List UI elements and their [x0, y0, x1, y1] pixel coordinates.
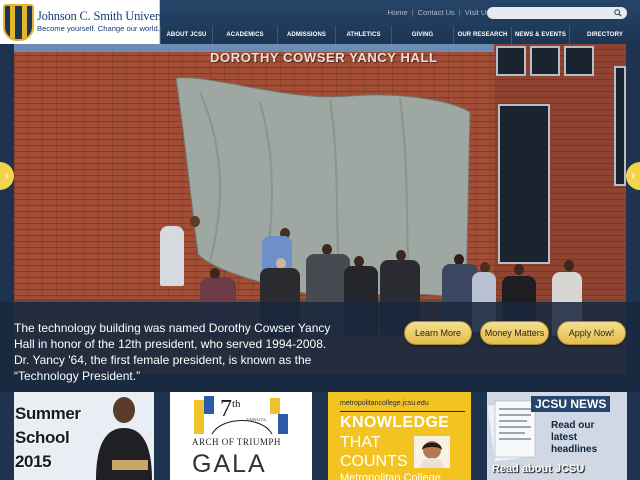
nav-giving[interactable]: Giving	[391, 26, 453, 44]
news-body: Read our latest headlines	[551, 420, 598, 455]
gala-tile[interactable]: 7th ANNUAL ARCH OF TRIUMPH GALA	[170, 392, 312, 480]
newspaper-icon	[487, 400, 536, 462]
nav-directory[interactable]: Directory	[569, 26, 640, 44]
slide-caption: The technology building was named Doroth…	[14, 321, 331, 383]
utility-link-home[interactable]: Home	[388, 8, 408, 17]
utility-link-contact[interactable]: Contact Us	[418, 8, 455, 17]
nav-academics[interactable]: Academics	[212, 26, 277, 44]
search-input[interactable]	[487, 7, 627, 19]
window	[564, 46, 594, 76]
logo-name: Johnson C. Smith University	[37, 9, 177, 23]
student-photo	[96, 397, 152, 480]
window	[496, 46, 526, 76]
person-head	[564, 260, 574, 271]
logo-tagline: Become yourself. Change our world.	[37, 24, 160, 33]
arch-graphic	[194, 396, 288, 435]
summer-school-text: Summer School 2015	[15, 402, 81, 474]
utility-links: Home | Contact Us | Visit Us	[388, 8, 490, 17]
school-line: School	[15, 428, 70, 447]
gala-arch-title: ARCH OF TRIUMPH	[192, 437, 281, 447]
metro-line-knowledge: KNOWLEDGE	[340, 414, 450, 431]
divider	[340, 411, 465, 412]
chevron-right-icon[interactable]: ›	[626, 162, 640, 190]
nav-news-events[interactable]: News & Events	[511, 26, 569, 44]
metro-url: metropolitancollege.jcsu.edu	[340, 400, 429, 407]
person-head	[190, 216, 200, 227]
student-photo	[414, 436, 450, 468]
nav-research[interactable]: Our Research	[453, 26, 511, 44]
gala-number-digit: 7	[220, 396, 232, 422]
window	[614, 66, 626, 186]
building-sign: DOROTHY COWSER YANCY HALL	[210, 50, 438, 65]
summer-line: Summer	[15, 404, 81, 423]
nav-about[interactable]: About JCSU	[160, 26, 212, 44]
news-title: JCSU NEWS	[531, 396, 611, 412]
divider: |	[458, 8, 461, 17]
apply-now-button[interactable]: Apply Now!	[557, 321, 626, 345]
glass-entrance	[498, 104, 550, 264]
metro-line-that: THAT	[340, 434, 381, 451]
site-header: Johnson C. Smith University Become yours…	[0, 0, 640, 44]
main-nav: About JCSU Academics Admissions Athletic…	[160, 26, 640, 44]
divider: |	[411, 8, 414, 17]
person-head	[514, 264, 524, 275]
gala-annual: ANNUAL	[246, 417, 268, 422]
metropolitan-college-tile[interactable]: metropolitancollege.jcsu.edu KNOWLEDGE T…	[328, 392, 471, 480]
summer-school-tile[interactable]: Summer School 2015	[14, 392, 154, 480]
year-line: 2015	[15, 452, 52, 471]
metro-line-college: Metropolitan College	[340, 472, 441, 480]
university-logo[interactable]: Johnson C. Smith University Become yours…	[0, 0, 176, 44]
nav-athletics[interactable]: Athletics	[335, 26, 391, 44]
metro-line-counts: COUNTS	[340, 453, 408, 470]
learn-more-button[interactable]: Learn More	[404, 321, 472, 345]
chevron-left-icon[interactable]: ‹	[0, 162, 14, 190]
nav-admissions[interactable]: Admissions	[277, 26, 335, 44]
crest-icon	[3, 4, 34, 41]
search-icon[interactable]	[614, 9, 622, 17]
window	[530, 46, 560, 76]
gala-number-suffix: th	[232, 398, 241, 410]
jcsu-news-tile[interactable]: JCSU NEWS Read our latest headlines Read…	[487, 392, 627, 480]
news-footer: Read about JCSU	[492, 463, 585, 475]
gala-number: 7th	[220, 396, 241, 423]
gala-title: GALA	[192, 450, 267, 478]
person	[160, 226, 184, 286]
money-matters-button[interactable]: Money Matters	[480, 321, 549, 345]
